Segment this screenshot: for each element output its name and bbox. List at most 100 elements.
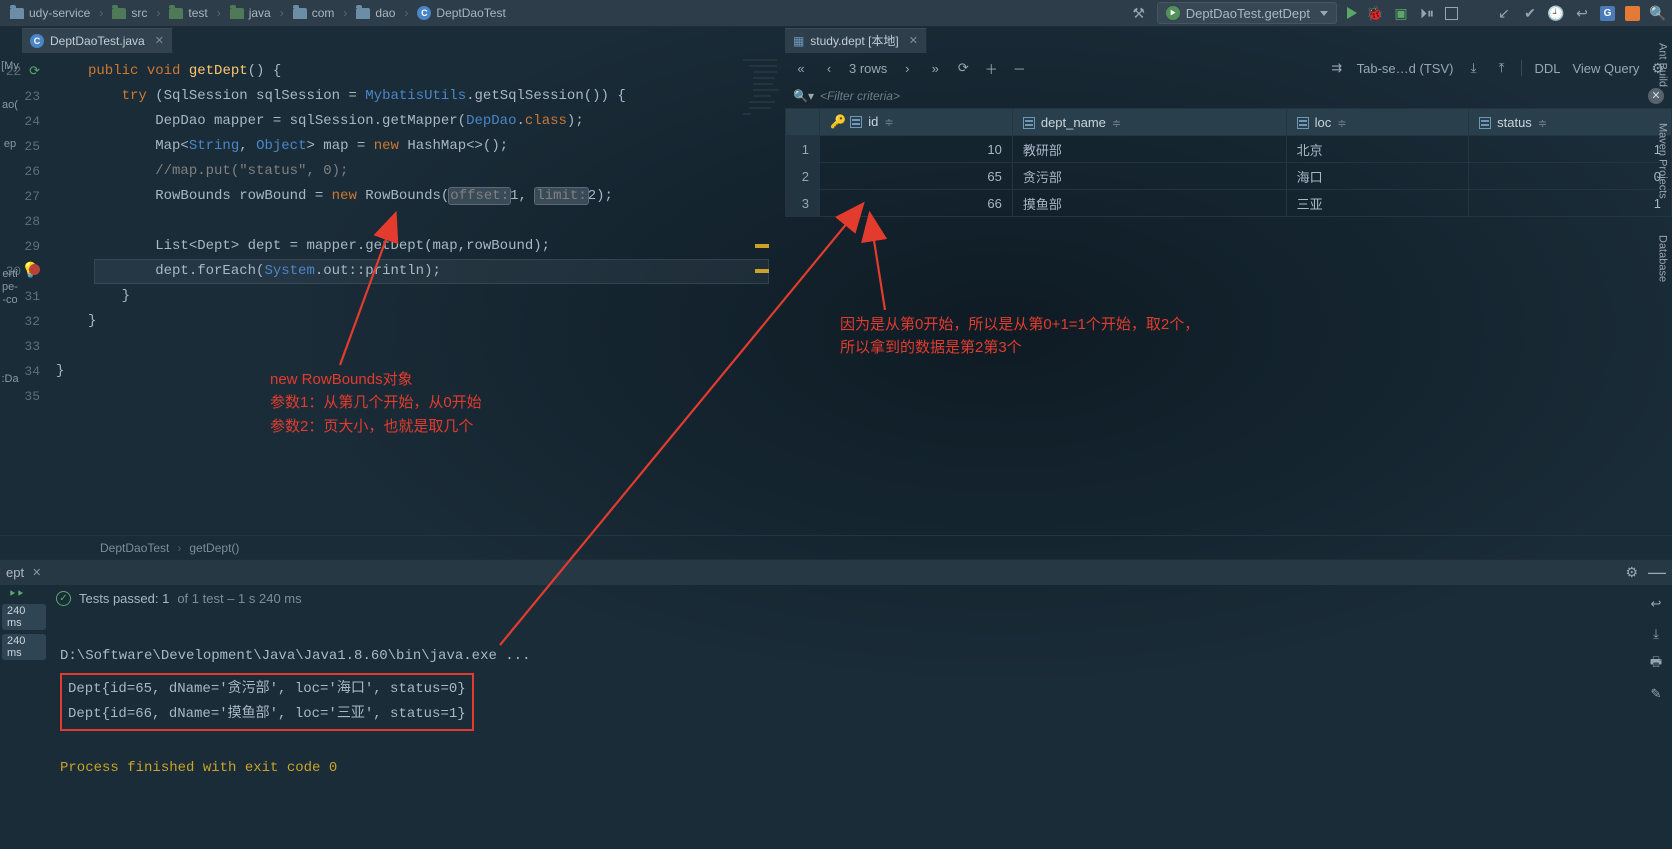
editor-breadcrumb: DeptDaoTest › getDept() — [0, 535, 1672, 559]
result-table[interactable]: 🔑id≑ dept_name≑ loc≑ status≑ 110教研部北京1 2… — [785, 108, 1672, 217]
console-output[interactable]: D:\Software\Development\Java\Java1.8.60\… — [48, 611, 1640, 849]
rows-count-label: 3 rows — [849, 61, 887, 76]
breadcrumb-item[interactable]: java — [226, 0, 275, 26]
run-gutter-icon[interactable]: ⟳ — [29, 64, 40, 79]
row-number-header — [786, 109, 820, 136]
last-row-icon[interactable]: » — [927, 60, 943, 76]
run-button-icon[interactable] — [1347, 7, 1357, 19]
vcs-commit-icon[interactable]: ✔ — [1522, 5, 1538, 21]
code-area[interactable]: public void getDept() { try (SqlSession … — [48, 53, 785, 535]
run-tab-label[interactable]: ept — [6, 565, 24, 580]
breadcrumb: udy-service › src › test › java › com › … — [6, 0, 1127, 26]
tests-passed-icon: ✓ — [56, 591, 71, 606]
run-config-combo[interactable]: ⯈ DeptDaoTest.getDept — [1157, 2, 1337, 24]
editor-tabs: C DeptDaoTest.java ✕ ▦ study.dept [本地] ✕ — [0, 27, 1672, 53]
breadcrumb-item[interactable]: com — [289, 0, 339, 26]
vcs-update-icon[interactable]: ↙ — [1496, 5, 1512, 21]
first-row-icon[interactable]: « — [793, 60, 809, 76]
vcs-history-icon[interactable]: 🕘 — [1548, 5, 1564, 21]
breadcrumb-item[interactable]: test — [165, 0, 211, 26]
breadcrumb-item[interactable]: src — [108, 0, 151, 26]
table-row[interactable]: 265贪污部海口0 — [786, 163, 1672, 190]
column-header-id[interactable]: 🔑id≑ — [820, 109, 1013, 136]
coverage-icon[interactable]: ▣ — [1393, 5, 1409, 21]
test-run-icon: ⯈ — [1166, 6, 1180, 20]
table-row[interactable]: 366摸鱼部三亚1 — [786, 190, 1672, 217]
right-dock: Ant Build Maven Projects Database — [1652, 27, 1672, 527]
breadcrumb-label: src — [131, 6, 147, 20]
attach-icon[interactable]: ⏵⏸ — [1419, 5, 1435, 21]
tab-database[interactable]: ▦ study.dept [本地] ✕ — [785, 28, 927, 53]
tab-code[interactable]: C DeptDaoTest.java ✕ — [22, 28, 173, 53]
next-row-icon[interactable]: › — [899, 60, 915, 76]
sort-icon[interactable]: ≑ — [1538, 118, 1547, 130]
breadcrumb-label: com — [312, 6, 335, 20]
gear-icon[interactable]: ⚙ — [1625, 564, 1638, 581]
dock-tab-database[interactable]: Database — [1655, 229, 1668, 288]
dock-tab[interactable]: :Da — [0, 370, 19, 389]
class-icon: C — [30, 34, 44, 48]
remove-row-icon[interactable]: － — [1011, 60, 1027, 76]
build-icon[interactable]: ⚒ — [1131, 5, 1147, 21]
editor-bc-class[interactable]: DeptDaoTest — [100, 541, 169, 555]
code-editor[interactable]: 22 ⟳ 232425262728 29 💡 30 ↑ 3132333435 p… — [0, 53, 785, 535]
sort-icon[interactable]: ≑ — [1337, 118, 1346, 130]
rerun-icon[interactable]: ⯈⯈ — [2, 589, 24, 600]
prev-row-icon[interactable]: ‹ — [821, 60, 837, 76]
toolbar-right: ⚒ ⯈ DeptDaoTest.getDept 🐞 ▣ ⏵⏸ ↙ ✔ 🕘 ↩ G… — [1131, 0, 1666, 26]
reload-icon[interactable]: ⟳ — [955, 60, 971, 76]
sort-icon[interactable]: ≑ — [1112, 118, 1121, 130]
warning-marker — [755, 244, 769, 248]
breadcrumb-item[interactable]: udy-service — [6, 0, 94, 26]
column-header-dept-name[interactable]: dept_name≑ — [1012, 109, 1286, 136]
left-dock: [My ao( ep ertipe--co :Da — [0, 27, 20, 527]
breadcrumb-item[interactable]: dao — [352, 0, 399, 26]
tests-summary-label: of 1 test – 1 s 240 ms — [177, 591, 301, 606]
debug-icon[interactable]: 🐞 — [1367, 5, 1383, 21]
stop-icon[interactable] — [1445, 7, 1458, 20]
clear-icon[interactable]: ✎ — [1647, 685, 1665, 703]
chevron-right-icon: › — [404, 6, 408, 20]
tx-icon[interactable]: ⇉ — [1329, 60, 1345, 76]
column-icon — [850, 116, 862, 128]
filter-input[interactable]: <Filter criteria> — [820, 89, 900, 103]
print-icon[interactable]: 🖶 — [1647, 655, 1665, 673]
dock-tab[interactable]: ao( — [1, 96, 19, 115]
download-icon[interactable]: ⤓ — [1465, 60, 1481, 76]
scroll-to-end-icon[interactable]: ⤓ — [1647, 625, 1665, 643]
close-icon[interactable]: ✕ — [32, 566, 41, 579]
chevron-down-icon — [1320, 11, 1328, 16]
breadcrumb-label: DeptDaoTest — [436, 6, 505, 20]
highlighted-output: Dept{id=65, dName='贪污部', loc='海口', statu… — [60, 673, 474, 731]
vcs-revert-icon[interactable]: ↩ — [1574, 5, 1590, 21]
dock-tab[interactable]: [My — [0, 57, 20, 76]
column-header-status[interactable]: status≑ — [1469, 109, 1672, 136]
tab-label: DeptDaoTest.java — [50, 34, 145, 48]
dock-tab[interactable]: ep — [3, 135, 17, 154]
table-row[interactable]: 110教研部北京1 — [786, 136, 1672, 163]
sort-icon[interactable]: ≑ — [884, 117, 893, 129]
plugin-icon[interactable] — [1625, 6, 1640, 21]
minimize-icon[interactable]: — — [1648, 562, 1666, 583]
editor-bc-method[interactable]: getDept() — [189, 541, 239, 555]
chevron-right-icon: › — [217, 6, 221, 20]
error-gutter-icon[interactable] — [29, 264, 40, 275]
google-icon[interactable]: G — [1600, 6, 1615, 21]
output-format-combo[interactable]: Tab-se…d (TSV) — [1357, 61, 1454, 76]
search-icon[interactable]: 🔍▾ — [793, 89, 814, 103]
dock-tab-maven[interactable]: Maven Projects — [1655, 117, 1668, 205]
breadcrumb-item[interactable]: CDeptDaoTest — [413, 0, 509, 26]
folder-icon — [293, 8, 307, 19]
view-query-button[interactable]: View Query — [1572, 61, 1639, 76]
add-row-icon[interactable]: ＋ — [983, 60, 999, 76]
search-everywhere-icon[interactable]: 🔍 — [1650, 5, 1666, 21]
upload-icon[interactable]: ⤒ — [1493, 60, 1509, 76]
chevron-right-icon: › — [177, 541, 181, 555]
dock-tab-ant[interactable]: Ant Build — [1655, 37, 1668, 93]
column-header-loc[interactable]: loc≑ — [1286, 109, 1469, 136]
close-icon[interactable]: ✕ — [155, 34, 164, 47]
ddl-button[interactable]: DDL — [1534, 61, 1560, 76]
soft-wrap-icon[interactable]: ↩ — [1647, 595, 1665, 613]
dock-tab[interactable]: ertipe--co — [1, 265, 19, 311]
close-icon[interactable]: ✕ — [909, 34, 918, 47]
